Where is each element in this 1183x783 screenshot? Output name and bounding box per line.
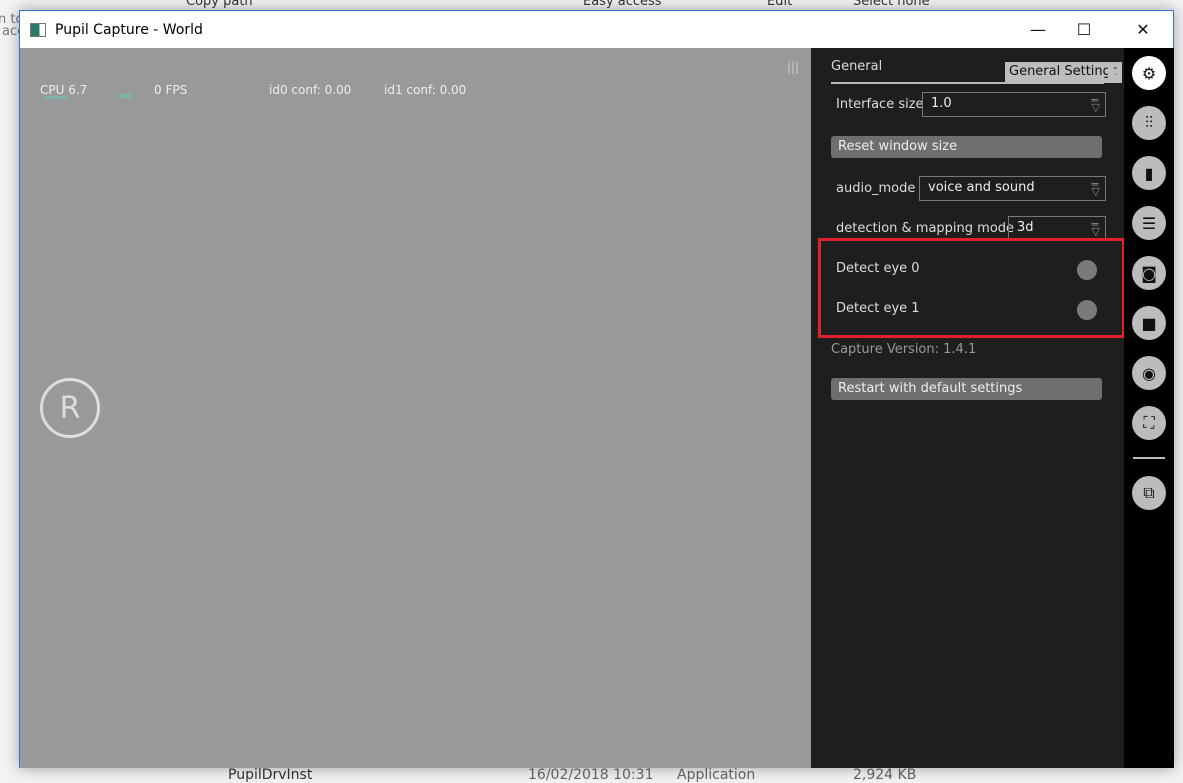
- detection-mode-label: detection & mapping mode: [836, 221, 1015, 236]
- bg-easy-access: Easy access: [583, 0, 662, 9]
- minimize-button[interactable]: —: [1015, 11, 1061, 48]
- fps-graph: [119, 94, 133, 98]
- bg-copy-path: Copy path: [186, 0, 253, 9]
- bar-chart-icon[interactable]: ▮: [1132, 156, 1166, 190]
- target-icon[interactable]: ◉: [1132, 356, 1166, 390]
- id0-conf: id0 conf: 0.00: [269, 83, 352, 97]
- interface-size-select[interactable]: 1.0 ═ ▽: [922, 92, 1106, 117]
- dropdown-icon: ═ ▽: [1091, 218, 1100, 238]
- audio-mode-label: audio_mode: [836, 181, 916, 196]
- cast-icon[interactable]: ⧉: [1132, 476, 1166, 510]
- interface-size-value: 1.0: [931, 96, 952, 111]
- plugin-icon-bar: ⚙ ⫶⫶ ▮ ☰ ◙ ■ ◉ ⛶ ⧉: [1124, 48, 1174, 768]
- general-settings-tooltip: General Settings: [1005, 62, 1122, 83]
- cpu-stat: CPU 6.7: [40, 83, 88, 97]
- detection-mode-value: 3d: [1017, 220, 1034, 235]
- cpu-graph: [44, 96, 68, 99]
- bg-file-date: 16/02/2018 10:31: [528, 767, 654, 783]
- tooltip-arrow: [1108, 62, 1118, 82]
- restart-default-button[interactable]: Restart with default settings: [831, 378, 1102, 400]
- dropdown-icon: ═ ▽: [1091, 94, 1100, 114]
- bg-edit: Edit: [767, 0, 793, 9]
- highlight-box: [818, 238, 1125, 338]
- id1-conf: id1 conf: 0.00: [384, 83, 467, 97]
- video-icon[interactable]: ■: [1132, 306, 1166, 340]
- capture-version: Capture Version: 1.4.1: [831, 342, 977, 357]
- settings-panel: General Interface size 1.0 ═ ▽ Reset windo…: [811, 48, 1125, 768]
- sliders-icon[interactable]: ⫶⫶: [1132, 106, 1166, 140]
- detect-eye1-toggle[interactable]: [1077, 300, 1097, 320]
- close-button[interactable]: ✕: [1120, 11, 1166, 48]
- fps-stat: 0 FPS: [154, 83, 188, 97]
- icon-divider: [1133, 457, 1165, 459]
- reset-window-size-button[interactable]: Reset window size: [831, 136, 1102, 158]
- bg-file-size: 2,924 KB: [853, 767, 917, 783]
- detect-eye0-label: Detect eye 0: [836, 261, 920, 276]
- audio-mode-value: voice and sound: [928, 180, 1035, 195]
- focus-icon[interactable]: ⛶: [1132, 406, 1166, 440]
- maximize-button[interactable]: ☐: [1061, 11, 1107, 48]
- gear-icon[interactable]: ⚙: [1132, 56, 1166, 90]
- interface-size-label: Interface size: [836, 97, 924, 112]
- camera-icon[interactable]: ◙: [1132, 256, 1166, 290]
- list-icon[interactable]: ☰: [1132, 206, 1166, 240]
- bg-file-type: Application: [677, 767, 756, 783]
- panel-header: General: [831, 59, 883, 74]
- drag-handle-icon[interactable]: |||: [787, 60, 799, 74]
- pupil-capture-window: Pupil Capture - World — ☐ ✕ CPU 6.7 0 FP…: [19, 10, 1174, 768]
- world-view[interactable]: CPU 6.7 0 FPS id0 conf: 0.00 id1 conf: 0…: [20, 48, 811, 768]
- record-icon[interactable]: R: [40, 378, 100, 438]
- app-icon: [30, 22, 46, 37]
- bg-file-name: PupilDrvInst: [228, 767, 313, 783]
- detect-eye1-label: Detect eye 1: [836, 301, 920, 316]
- bg-select-none: Select none: [853, 0, 930, 9]
- title-bar[interactable]: Pupil Capture - World — ☐ ✕: [20, 11, 1173, 48]
- window-title: Pupil Capture - World: [55, 21, 203, 38]
- audio-mode-select[interactable]: voice and sound ═ ▽: [919, 176, 1106, 201]
- dropdown-icon: ═ ▽: [1091, 178, 1100, 198]
- detect-eye0-toggle[interactable]: [1077, 260, 1097, 280]
